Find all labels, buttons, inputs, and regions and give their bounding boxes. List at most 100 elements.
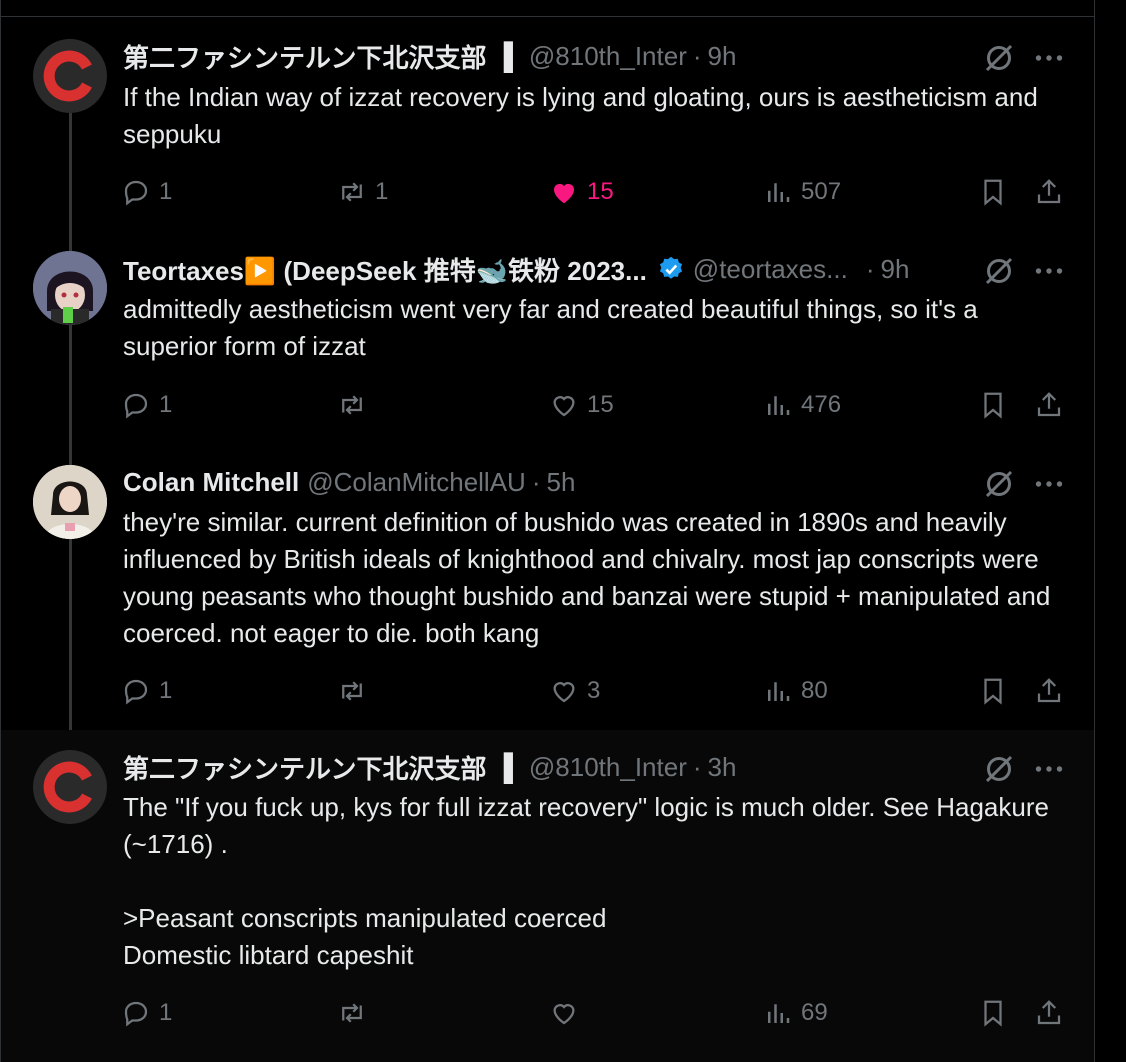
bookmark-icon: [984, 1000, 1002, 1027]
repost-button[interactable]: 1: [337, 172, 388, 212]
logo-avatar-icon: [33, 750, 107, 824]
views-icon: [768, 682, 790, 701]
handle[interactable]: @ColanMitchellAU: [307, 467, 526, 498]
reply-count: 1: [159, 677, 173, 704]
reply-button[interactable]: 1: [121, 671, 172, 711]
action-bar: 1 15 476: [1, 385, 1094, 425]
handle[interactable]: @810th_Inter: [529, 752, 687, 783]
tweet[interactable]: 第二ファシンテルン下北沢支部 ▐ @810th_Inter · 9h If th…: [1, 17, 1094, 239]
display-name[interactable]: 第二ファシンテルン下北沢支部: [123, 38, 486, 75]
avatar[interactable]: [33, 251, 107, 325]
separator: ·: [531, 466, 541, 497]
grok-icon[interactable]: [981, 751, 1017, 787]
tweet-text: admittedly aestheticism went very far an…: [123, 294, 985, 361]
reply-count: 1: [159, 391, 173, 418]
repost-icon: [342, 395, 362, 415]
like-button[interactable]: [549, 993, 587, 1033]
tweet-header: Colan Mitchell @ColanMitchellAU · 5h: [123, 465, 575, 499]
views-count: 476: [801, 391, 842, 418]
separator: ·: [692, 40, 702, 71]
bookmark-icon: [984, 179, 1002, 206]
handle[interactable]: @teortaxes...: [693, 254, 848, 285]
repost-icon: [342, 182, 362, 202]
share-button[interactable]: [1029, 172, 1069, 212]
more-icon[interactable]: [1031, 40, 1067, 76]
avatar[interactable]: [33, 39, 107, 113]
repost-button[interactable]: [337, 993, 375, 1033]
share-icon: [1037, 392, 1061, 417]
action-bar: 1 3 80: [1, 671, 1094, 711]
like-button[interactable]: 15: [549, 172, 614, 212]
flag-icon: ▐: [494, 40, 513, 71]
bookmark-button[interactable]: [973, 385, 1013, 425]
share-icon: [1037, 678, 1061, 703]
repost-button[interactable]: [337, 385, 375, 425]
tweet-focused[interactable]: 第二ファシンテルン下北沢支部 ▐ @810th_Inter · 3h The "…: [1, 730, 1094, 1062]
like-button[interactable]: 15: [549, 385, 614, 425]
display-name[interactable]: Teortaxes▶️ (DeepSeek 推特🐋铁粉 2023...: [123, 251, 647, 288]
bookmark-button[interactable]: [973, 993, 1013, 1033]
views-count: 507: [801, 178, 842, 205]
action-bar: 1 69: [1, 993, 1094, 1033]
repost-icon: [342, 681, 362, 701]
timestamp[interactable]: 3h: [708, 752, 737, 783]
views-button[interactable]: 80: [763, 671, 828, 711]
grok-icon[interactable]: [981, 466, 1017, 502]
tweet-text: If the Indian way of izzat recovery is l…: [123, 82, 1046, 149]
share-button[interactable]: [1029, 671, 1069, 711]
display-name[interactable]: 第二ファシンテルン下北沢支部: [123, 749, 486, 786]
reply-button[interactable]: 1: [121, 993, 172, 1033]
tweet-text: The "If you fuck up, kys for full izzat …: [123, 792, 1049, 970]
like-button[interactable]: 3: [549, 671, 600, 711]
heart-icon: [553, 682, 575, 703]
timestamp[interactable]: 5h: [547, 467, 576, 498]
conversation-thread: 第二ファシンテルン下北沢支部 ▐ @810th_Inter · 9h If th…: [0, 0, 1095, 1062]
views-button[interactable]: 507: [763, 172, 841, 212]
bookmark-button[interactable]: [973, 671, 1013, 711]
heart-icon: [553, 396, 575, 417]
bookmark-icon: [984, 392, 1002, 419]
handle[interactable]: @810th_Inter: [529, 41, 687, 72]
bookmark-button[interactable]: [973, 172, 1013, 212]
views-icon: [768, 183, 790, 202]
like-count: 15: [587, 391, 614, 418]
reply-icon: [124, 1001, 148, 1027]
repost-count: 1: [375, 178, 389, 205]
reply-icon: [124, 393, 148, 419]
like-count: 15: [587, 178, 614, 205]
tweet-header: 第二ファシンテルン下北沢支部 ▐ @810th_Inter · 3h: [123, 750, 736, 784]
tweet[interactable]: Teortaxes▶️ (DeepSeek 推特🐋铁粉 2023... @teo…: [1, 239, 1094, 453]
reply-button[interactable]: 1: [121, 385, 172, 425]
more-icon[interactable]: [1031, 466, 1067, 502]
reply-count: 1: [159, 999, 173, 1026]
avatar[interactable]: [33, 465, 107, 539]
repost-button[interactable]: [337, 671, 375, 711]
share-button[interactable]: [1029, 993, 1069, 1033]
views-count: 69: [801, 999, 828, 1026]
grok-icon[interactable]: [981, 253, 1017, 289]
heart-icon: [554, 183, 574, 204]
reply-count: 1: [159, 178, 173, 205]
logo-avatar-icon: [33, 39, 107, 113]
repost-icon: [342, 1003, 362, 1023]
views-button[interactable]: 69: [763, 993, 828, 1033]
more-icon[interactable]: [1031, 253, 1067, 289]
views-button[interactable]: 476: [763, 385, 841, 425]
reply-icon: [124, 180, 148, 206]
action-bar: 1 1 15 507: [1, 172, 1094, 212]
tweet-header: Teortaxes▶️ (DeepSeek 推特🐋铁粉 2023... @teo…: [123, 252, 909, 286]
separator: ·: [865, 253, 875, 284]
grok-icon[interactable]: [981, 40, 1017, 76]
avatar[interactable]: [33, 750, 107, 824]
tweet-text: they're similar. current definition of b…: [123, 507, 1058, 648]
timestamp[interactable]: 9h: [880, 254, 909, 285]
tweet[interactable]: Colan Mitchell @ColanMitchellAU · 5h the…: [1, 453, 1094, 730]
share-icon: [1037, 179, 1061, 204]
share-button[interactable]: [1029, 385, 1069, 425]
reply-button[interactable]: 1: [121, 172, 172, 212]
timestamp[interactable]: 9h: [708, 41, 737, 72]
anime-avatar-icon: [33, 251, 107, 325]
share-icon: [1037, 1000, 1061, 1025]
more-icon[interactable]: [1031, 751, 1067, 787]
display-name[interactable]: Colan Mitchell: [123, 467, 299, 498]
